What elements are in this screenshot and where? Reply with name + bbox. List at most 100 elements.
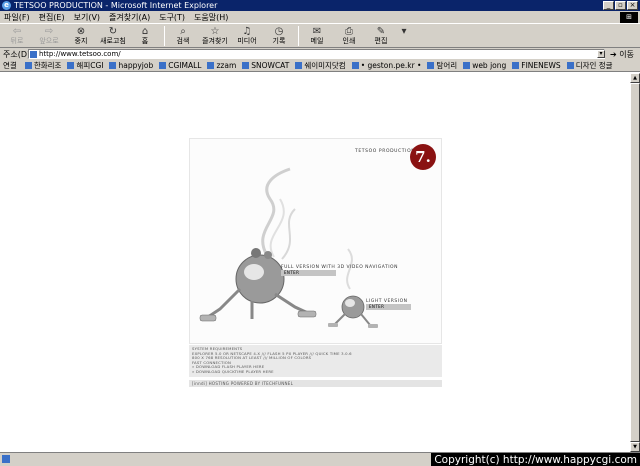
back-label: 뒤로 — [10, 37, 24, 45]
tetsoo-logo: 7. — [410, 144, 436, 170]
edit-page-icon: ✎ — [376, 26, 386, 37]
link-page-icon — [159, 62, 167, 69]
go-label: 이동 — [619, 50, 634, 59]
links-bar: 연결 한화리조 해피CGI happyjob CGIMALL zzam SNOW… — [0, 60, 640, 72]
download-quicktime-link[interactable]: » DOWNLOAD QUICKTIME PLAYER HERE — [192, 369, 439, 375]
link-item[interactable]: 쉐이미지닷컴 — [295, 60, 346, 71]
address-url: http://www.tetsoo.com/ — [39, 50, 121, 58]
link-page-icon — [109, 62, 117, 69]
print-label: 인쇄 — [342, 37, 356, 45]
link-label: 탐어리 — [436, 61, 458, 70]
link-label: • geston.pe.kr • — [360, 61, 422, 70]
tetsoo-splash: TETSOO PRODUCTION 7. FULL VERSION WITH 3… — [189, 138, 442, 390]
scroll-thumb[interactable] — [630, 83, 640, 442]
menu-help[interactable]: 도움말(H) — [194, 12, 228, 23]
history-icon: ◷ — [274, 26, 284, 37]
stop-icon: ⊗ — [76, 26, 86, 37]
link-page-icon — [463, 62, 471, 69]
menu-file[interactable]: 파일(F) — [4, 12, 30, 23]
link-item[interactable]: 탐어리 — [427, 60, 457, 71]
light-version-enter-button[interactable]: ENTER — [366, 304, 411, 310]
standard-toolbar: ⇦ 뒤로 ⇨ 앞으로 ⊗ 중지 ↻ 새로고침 ⌂ 홈 ⌕ 검색 ☆ 즐겨찾기 ♫… — [0, 23, 640, 48]
status-bar: Copyright(c) http://www.happycgi.com — [0, 452, 640, 466]
vertical-scrollbar[interactable]: ▲ ▼ — [630, 73, 640, 452]
menu-tools[interactable]: 도구(T) — [159, 12, 185, 23]
link-label: happyjob — [118, 61, 154, 70]
address-dropdown-button[interactable]: ▾ — [597, 50, 605, 58]
history-button[interactable]: ◷ 기록 — [266, 24, 292, 47]
maximize-button[interactable]: ▫ — [615, 1, 626, 10]
link-label: SNOWCAT — [251, 61, 290, 70]
link-page-icon — [24, 62, 32, 69]
home-button[interactable]: ⌂ 홈 — [132, 24, 158, 47]
address-label: 주소(D) — [3, 49, 31, 59]
link-item[interactable]: zzam — [207, 61, 236, 70]
link-label: FINENEWS — [521, 61, 561, 70]
link-item[interactable]: CGIMALL — [159, 61, 201, 70]
media-label: 미디어 — [237, 37, 257, 45]
stop-button[interactable]: ⊗ 중지 — [68, 24, 94, 47]
edit-button[interactable]: ✎ 편집 — [368, 24, 394, 47]
full-version-enter-button[interactable]: ENTER — [281, 270, 336, 276]
edit-label: 편집 — [374, 37, 388, 45]
link-item[interactable]: 한화리조 — [24, 60, 62, 71]
menu-favorites[interactable]: 즐겨찾기(A) — [109, 12, 150, 23]
print-button[interactable]: ⎙ 인쇄 — [336, 24, 362, 47]
menu-bar: 파일(F) 편집(E) 보기(V) 즐겨찾기(A) 도구(T) 도움말(H) ⊞ — [0, 11, 640, 23]
favorites-label: 즐겨찾기 — [202, 37, 228, 45]
refresh-label: 새로고침 — [100, 37, 126, 45]
link-page-icon — [351, 62, 359, 69]
back-arrow-icon: ⇦ — [12, 26, 22, 37]
link-label: 해피CGI — [76, 61, 104, 70]
link-page-icon — [566, 62, 574, 69]
back-button[interactable]: ⇦ 뒤로 — [4, 24, 30, 47]
search-icon: ⌕ — [180, 26, 186, 37]
menu-edit[interactable]: 편집(E) — [39, 12, 65, 23]
media-button[interactable]: ♫ 미디어 — [234, 24, 260, 47]
links-label: 연결 — [3, 61, 17, 70]
link-item[interactable]: happyjob — [109, 61, 153, 70]
link-item[interactable]: 디자인 정글 — [566, 60, 613, 71]
more-tools-dropdown[interactable]: ▾ — [400, 24, 408, 47]
home-label: 홈 — [141, 37, 149, 45]
refresh-icon: ↻ — [108, 26, 118, 37]
link-item[interactable]: FINENEWS — [512, 61, 561, 70]
link-label: zzam — [216, 61, 237, 70]
web-content: TETSOO PRODUCTION 7. FULL VERSION WITH 3… — [0, 73, 640, 452]
mail-button[interactable]: ✉ 메일 — [304, 24, 330, 47]
search-label: 검색 — [176, 37, 190, 45]
forward-button[interactable]: ⇨ 앞으로 — [36, 24, 62, 47]
link-item[interactable]: SNOWCAT — [242, 61, 289, 70]
window-controls: _ ▫ × — [603, 1, 638, 10]
address-input[interactable]: http://www.tetsoo.com/ — [28, 49, 605, 59]
link-label: web jong — [472, 61, 507, 70]
brand-name: TETSOO PRODUCTION — [355, 149, 416, 154]
robot-illustration — [199, 167, 378, 328]
scroll-up-button[interactable]: ▲ — [630, 73, 640, 83]
link-page-icon — [207, 62, 215, 69]
page-icon — [30, 51, 37, 58]
link-item[interactable]: web jong — [463, 61, 506, 70]
scroll-down-button[interactable]: ▼ — [630, 442, 640, 452]
link-label: 한화리조 — [33, 61, 62, 70]
link-page-icon — [242, 62, 250, 69]
close-button[interactable]: × — [627, 1, 638, 10]
link-item[interactable]: 해피CGI — [67, 60, 103, 71]
windows-logo-icon: ⊞ — [620, 12, 638, 23]
hosting-credit[interactable]: [inndi] HOSTING POWERED BY ITECHFUNNEL — [189, 380, 442, 387]
menu-view[interactable]: 보기(V) — [74, 12, 100, 23]
link-item[interactable]: • geston.pe.kr • — [351, 61, 422, 70]
media-icon: ♫ — [242, 26, 252, 37]
copyright-watermark: Copyright(c) http://www.happycgi.com — [431, 453, 640, 466]
go-button[interactable]: ➔ 이동 — [610, 49, 634, 60]
window-titlebar: e TETSOO PRODUCTION - Microsoft Internet… — [0, 0, 640, 11]
search-button[interactable]: ⌕ 검색 — [170, 24, 196, 47]
favorites-button[interactable]: ☆ 즐겨찾기 — [202, 24, 228, 47]
toolbar-separator — [164, 26, 165, 46]
minimize-button[interactable]: _ — [603, 1, 614, 10]
link-page-icon — [67, 62, 75, 69]
internet-explorer-icon: e — [2, 1, 11, 10]
link-label: 디자인 정글 — [575, 61, 613, 70]
refresh-button[interactable]: ↻ 새로고침 — [100, 24, 126, 47]
forward-arrow-icon: ⇨ — [44, 26, 54, 37]
